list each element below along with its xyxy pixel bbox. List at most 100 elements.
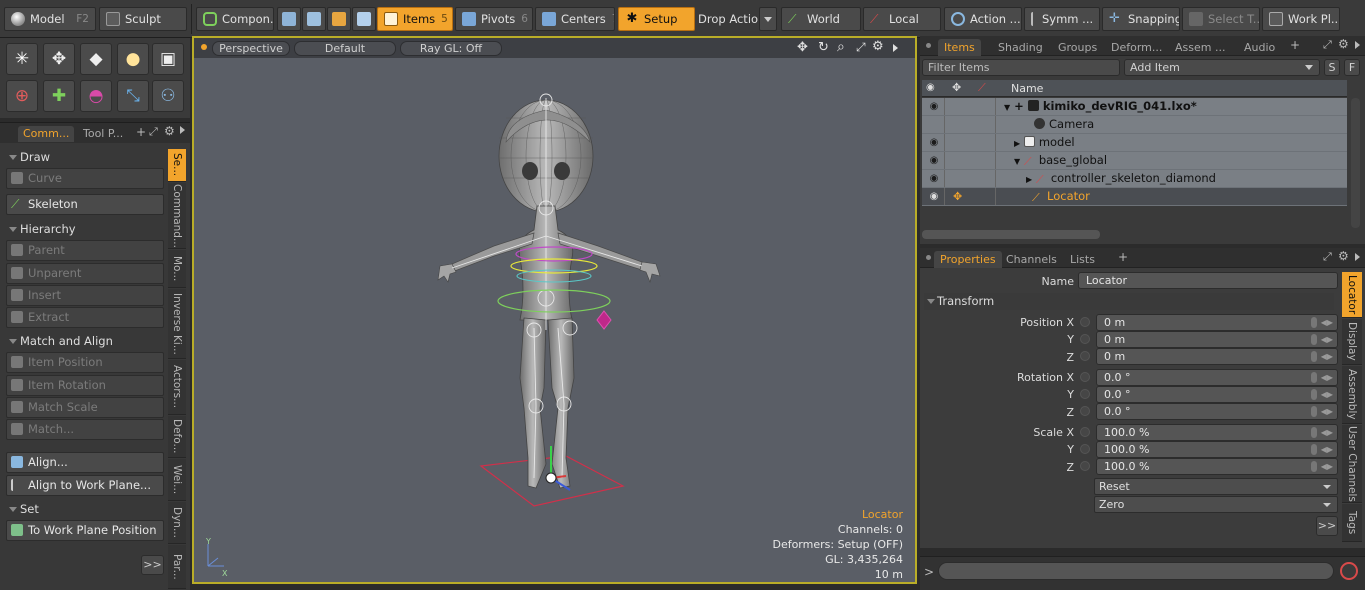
- world-space-button[interactable]: ⟋ World: [781, 7, 861, 31]
- vtab-actors[interactable]: Actors...: [168, 360, 186, 415]
- maximize-icon[interactable]: ⤢: [1323, 38, 1332, 52]
- model-mode-button[interactable]: Model F2: [4, 7, 96, 31]
- record-icon[interactable]: [1340, 562, 1358, 580]
- local-space-button[interactable]: ⟋ Local: [863, 7, 941, 31]
- align-button[interactable]: Align...: [6, 452, 164, 473]
- chevron-right-icon[interactable]: [1355, 253, 1360, 261]
- viewport-more-icon[interactable]: [893, 44, 898, 52]
- spin-icon[interactable]: ◀▶: [1321, 389, 1333, 400]
- tab-shading[interactable]: Shading: [992, 39, 1049, 56]
- tab-channels[interactable]: Channels: [1000, 251, 1063, 268]
- tool-sun-icon[interactable]: ●: [117, 43, 149, 75]
- to-work-plane-position-button[interactable]: To Work Plane Position: [6, 520, 164, 541]
- expand-arrow-icon[interactable]: ▶: [1026, 175, 1032, 184]
- fit-view-icon[interactable]: ⤢: [856, 40, 866, 55]
- tool-move-icon[interactable]: ✥: [43, 43, 75, 75]
- vtab-command[interactable]: Command...: [168, 183, 186, 249]
- position-z-anim-dot[interactable]: [1080, 351, 1090, 361]
- section-draw[interactable]: Draw: [6, 149, 164, 166]
- skeleton-button[interactable]: ⟋ Skeleton: [6, 194, 164, 215]
- rotation-x-anim-dot[interactable]: [1080, 372, 1090, 382]
- section-match-align[interactable]: Match and Align: [6, 333, 164, 350]
- spin-icon[interactable]: ◀▶: [1321, 351, 1333, 362]
- f-button[interactable]: F: [1344, 59, 1360, 76]
- tool-light-icon[interactable]: ◆: [80, 43, 112, 75]
- tree-row-scene[interactable]: ◉ ▼ + kimiko_devRIG_041.lxo*: [922, 98, 1347, 116]
- vtab-dynamics[interactable]: Dyn...: [168, 502, 186, 544]
- maximize-icon[interactable]: ⤢: [1323, 250, 1332, 264]
- item-rotation-button[interactable]: Item Rotation: [6, 375, 164, 396]
- add-tab-icon[interactable]: +: [136, 125, 146, 139]
- sculpt-mode-button[interactable]: Sculpt: [99, 7, 187, 31]
- tool-joint-icon[interactable]: ⚇: [152, 80, 184, 112]
- tab-items[interactable]: Items: [938, 39, 981, 56]
- parent-button[interactable]: Parent: [6, 240, 164, 261]
- tree-row-camera[interactable]: Camera: [922, 116, 1347, 134]
- position-x-input[interactable]: 0 m ◀▶: [1096, 314, 1338, 331]
- tab-deformers[interactable]: Deform...: [1105, 39, 1168, 56]
- command-input[interactable]: [938, 562, 1334, 580]
- tool-transform-icon[interactable]: ⊕: [6, 80, 38, 112]
- tab-tool-properties[interactable]: Tool P...: [78, 126, 128, 142]
- more-commands-button[interactable]: >>: [141, 555, 164, 575]
- filter-items-input[interactable]: Filter Items: [922, 59, 1120, 76]
- align-to-work-plane-button[interactable]: Align to Work Plane...: [6, 475, 164, 496]
- tree-empty-area[interactable]: [922, 207, 1347, 232]
- tree-row-model[interactable]: ◉ ▶ model: [922, 134, 1347, 152]
- insert-button[interactable]: Insert: [6, 285, 164, 306]
- section-hierarchy[interactable]: Hierarchy: [6, 221, 164, 238]
- drop-action-dropdown[interactable]: [759, 7, 777, 31]
- view-type-dropdown[interactable]: Perspective: [212, 41, 290, 56]
- tool-rotate-icon[interactable]: ◓: [80, 80, 112, 112]
- vtab-weights[interactable]: Wei...: [168, 459, 186, 501]
- tab-lists[interactable]: Lists: [1064, 251, 1112, 268]
- tree-row-locator[interactable]: ◉ ✥ ⟋ Locator: [922, 188, 1347, 206]
- centers-mode-button[interactable]: Centers 7: [535, 7, 615, 31]
- vtab-locator[interactable]: Locator: [1342, 272, 1362, 318]
- viewport-gear-icon[interactable]: ⚙: [872, 39, 884, 54]
- unparent-button[interactable]: Unparent: [6, 263, 164, 284]
- work-plane-button[interactable]: Work Pl...: [1262, 7, 1340, 31]
- edges-mode-button[interactable]: [302, 7, 326, 31]
- chevron-right-icon[interactable]: [180, 126, 185, 134]
- items-mode-button[interactable]: Items 5: [377, 7, 453, 31]
- vtab-particles[interactable]: Par...: [168, 545, 186, 589]
- rotation-z-input[interactable]: 0.0 ° ◀▶: [1096, 403, 1338, 420]
- materials-mode-button[interactable]: [352, 7, 376, 31]
- position-z-input[interactable]: 0 m ◀▶: [1096, 348, 1338, 365]
- match-button[interactable]: Match...: [6, 419, 164, 440]
- visibility-eye-icon[interactable]: ◉: [924, 170, 944, 187]
- rotation-y-anim-dot[interactable]: [1080, 389, 1090, 399]
- tool-translate-icon[interactable]: ✚: [43, 80, 75, 112]
- tab-properties[interactable]: Properties: [934, 251, 1002, 268]
- tree-row-base-global[interactable]: ◉ ▼ ⟋ base_global: [922, 152, 1347, 170]
- position-x-anim-dot[interactable]: [1080, 317, 1090, 327]
- setup-mode-button[interactable]: ✱ Setup: [618, 7, 695, 31]
- s-button[interactable]: S: [1324, 59, 1340, 76]
- vertices-mode-button[interactable]: [277, 7, 301, 31]
- scale-z-input[interactable]: 100.0 % ◀▶: [1096, 458, 1338, 475]
- rotation-x-input[interactable]: 0.0 ° ◀▶: [1096, 369, 1338, 386]
- item-position-button[interactable]: Item Position: [6, 352, 164, 373]
- panel-options-icon[interactable]: [926, 255, 931, 260]
- panel-options-icon[interactable]: [926, 43, 931, 48]
- orbit-icon[interactable]: ↻: [818, 40, 829, 55]
- spin-icon[interactable]: ◀▶: [1321, 334, 1333, 345]
- vtab-setup[interactable]: Se...: [168, 149, 186, 182]
- zoom-icon[interactable]: ⌕: [837, 39, 845, 55]
- vtab-user-channels[interactable]: User Channels: [1342, 425, 1362, 503]
- tool-select-icon[interactable]: ✳: [6, 43, 38, 75]
- tab-audio[interactable]: Audio: [1238, 39, 1294, 56]
- tool-backdrop-icon[interactable]: ▣: [152, 43, 184, 75]
- tree-horizontal-scrollbar[interactable]: [922, 230, 1100, 239]
- scale-y-anim-dot[interactable]: [1080, 444, 1090, 454]
- name-column-header[interactable]: Name: [1011, 82, 1043, 95]
- spin-icon[interactable]: ◀▶: [1321, 461, 1333, 472]
- vtab-display[interactable]: Display: [1342, 319, 1362, 365]
- 3d-viewport[interactable]: Perspective Default Ray GL: Off ✥ ↻ ⌕ ⤢ …: [192, 36, 917, 584]
- rotation-y-input[interactable]: 0.0 ° ◀▶: [1096, 386, 1338, 403]
- raygl-toggle[interactable]: Ray GL: Off: [400, 41, 502, 56]
- tree-vertical-scrollbar[interactable]: [1351, 98, 1360, 228]
- vtab-deformers[interactable]: Defo...: [168, 416, 186, 458]
- scale-z-anim-dot[interactable]: [1080, 461, 1090, 471]
